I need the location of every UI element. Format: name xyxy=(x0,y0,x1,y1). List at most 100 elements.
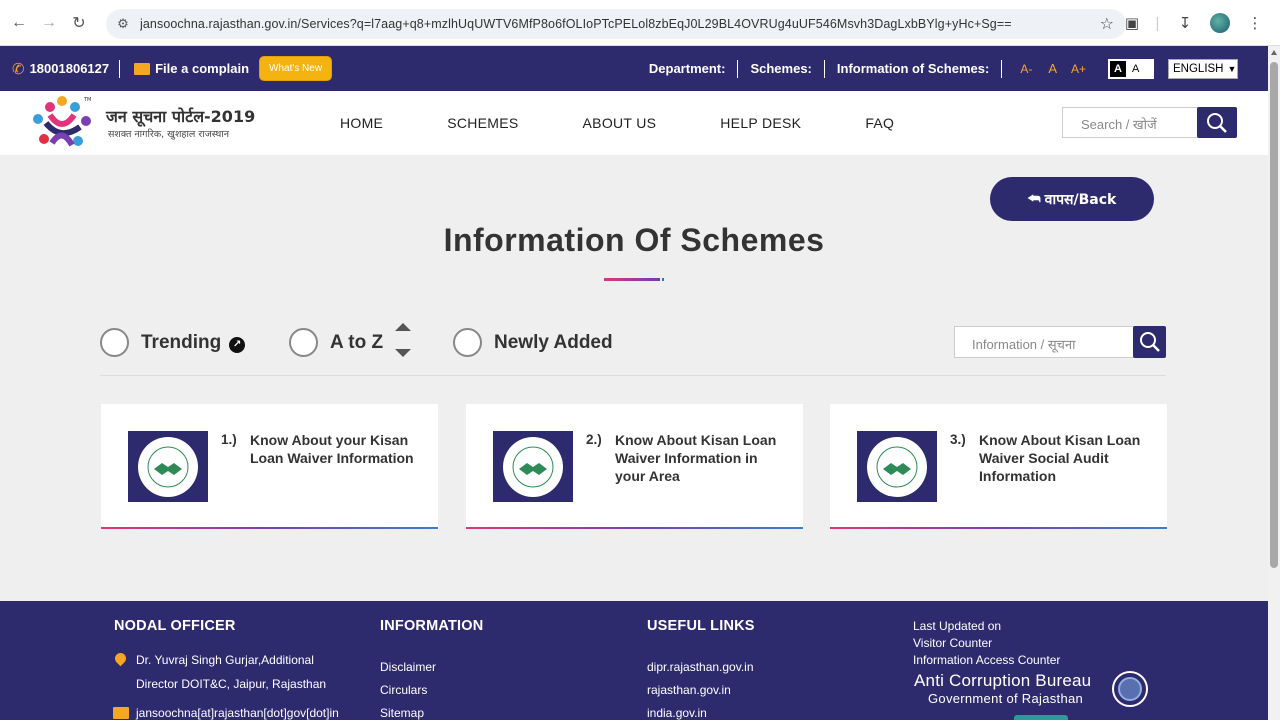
newly-added-label: Newly Added xyxy=(494,331,613,353)
information-search-input[interactable]: Information / सूचना xyxy=(954,326,1134,358)
handshake-icon xyxy=(876,446,918,487)
site-search-input[interactable]: Search / खोजें xyxy=(1062,107,1198,138)
nav-schemes[interactable]: SCHEMES xyxy=(447,115,518,131)
scheme-title[interactable]: Know About Kisan Loan Waiver Social Audi… xyxy=(979,431,1149,485)
page-scrollbar[interactable] xyxy=(1268,46,1280,720)
browser-toolbar: ← → ↻ ⚙ jansoochna.rajasthan.gov.in/Serv… xyxy=(0,0,1280,46)
scheme-title[interactable]: Know About your Kisan Loan Waiver Inform… xyxy=(250,431,420,467)
scrollbar-thumb[interactable] xyxy=(1270,62,1278,568)
acb-subtitle: Government of Rajasthan xyxy=(928,691,1084,706)
main-nav: HOME SCHEMES ABOUT US HELP DESK FAQ xyxy=(340,115,958,131)
scheme-card[interactable]: 3.) Know About Kisan Loan Waiver Social … xyxy=(830,404,1167,529)
extensions-icon[interactable]: ▣ xyxy=(1121,12,1143,34)
scheme-card[interactable]: 2.) Know About Kisan Loan Waiver Informa… xyxy=(466,404,803,529)
nav-home[interactable]: HOME xyxy=(340,115,383,131)
nodal-officer-heading: NODAL OFFICER xyxy=(114,618,236,634)
footer-link-rajasthan[interactable]: rajasthan.gov.in xyxy=(647,683,731,697)
helpline[interactable]: ✆ 18001806127 xyxy=(12,60,109,78)
search-icon xyxy=(1139,332,1160,352)
footer-link-sitemap[interactable]: Sitemap xyxy=(380,706,424,720)
trending-radio[interactable] xyxy=(100,328,129,357)
divider xyxy=(737,59,739,78)
scheme-thumbnail xyxy=(493,431,573,502)
nodal-officer-name: Dr. Yuvraj Singh Gurjar,Additional xyxy=(136,653,314,667)
url-text[interactable]: jansoochna.rajasthan.gov.in/Services?q=l… xyxy=(140,17,1070,31)
profile-avatar[interactable] xyxy=(1210,13,1230,33)
page-title: Information Of Schemes xyxy=(443,222,825,258)
trending-up-icon: ↗ xyxy=(229,336,246,353)
schemes-dropdown[interactable]: Schemes: xyxy=(750,61,811,76)
bookmark-star-icon[interactable]: ☆ xyxy=(1100,14,1114,34)
font-increase-button[interactable]: A+ xyxy=(1071,62,1086,76)
information-search-button[interactable] xyxy=(1133,326,1166,358)
back-arrow-icon[interactable]: ← xyxy=(8,12,30,34)
last-updated-label: Last Updated on xyxy=(913,619,1002,633)
scheme-number: 1.) xyxy=(221,432,237,447)
address-bar[interactable]: ⚙ jansoochna.rajasthan.gov.in/Services?q… xyxy=(106,9,1126,39)
back-button[interactable]: ⮪ वापस/Back xyxy=(990,177,1154,221)
info-schemes-dropdown[interactable]: Information of Schemes: xyxy=(837,61,989,76)
atoz-label: A to Z xyxy=(330,331,384,353)
mail-icon xyxy=(134,62,151,75)
title-underline xyxy=(604,278,664,281)
useful-links-heading: USEFUL LINKS xyxy=(647,618,755,634)
handshake-icon xyxy=(147,446,189,487)
divider xyxy=(823,59,825,78)
footer-link-india[interactable]: india.gov.in xyxy=(647,706,707,720)
department-dropdown[interactable]: Department: xyxy=(649,61,726,76)
helpline-number: 18001806127 xyxy=(29,61,110,76)
filter-newly-added[interactable]: Newly Added xyxy=(453,328,613,357)
language-select[interactable]: ENGLISH ▼ xyxy=(1168,58,1238,79)
access-counter-label: Information Access Counter xyxy=(913,653,1061,667)
acb-title[interactable]: Anti Corruption Bureau xyxy=(914,671,1091,691)
information-heading: INFORMATION xyxy=(380,618,484,634)
sort-arrows-icon[interactable] xyxy=(395,322,412,357)
scheme-thumbnail xyxy=(857,431,937,502)
scheme-title[interactable]: Know About Kisan Loan Waiver Information… xyxy=(615,431,785,485)
light-contrast-button[interactable]: A xyxy=(1132,63,1139,75)
forward-arrow-icon[interactable]: → xyxy=(38,12,60,34)
svg-text:TM: TM xyxy=(83,97,91,103)
newly-added-radio[interactable] xyxy=(453,328,482,357)
site-info-icon[interactable]: ⚙ xyxy=(114,15,132,33)
dark-contrast-button[interactable]: A xyxy=(1110,60,1126,77)
divider xyxy=(119,59,121,78)
divider xyxy=(1001,59,1003,78)
site-search-button[interactable] xyxy=(1197,107,1237,138)
undo-arrow-icon: ⮪ xyxy=(1027,191,1041,207)
nav-help-desk[interactable]: HELP DESK xyxy=(720,115,801,131)
chat-widget-tab[interactable] xyxy=(1014,715,1068,720)
phone-icon: ✆ xyxy=(12,60,25,78)
whats-new-button[interactable]: What's New xyxy=(259,56,333,81)
jan-soochna-logo-icon[interactable]: TM xyxy=(30,93,94,153)
site-footer: NODAL OFFICER Dr. Yuvraj Singh Gurjar,Ad… xyxy=(0,601,1268,720)
font-normal-button[interactable]: A xyxy=(1048,61,1057,76)
toolbar-divider: | xyxy=(1155,14,1160,32)
footer-link-circulars[interactable]: Circulars xyxy=(380,683,427,697)
file-complain-link[interactable]: File a complain xyxy=(134,61,249,76)
font-decrease-button[interactable]: A- xyxy=(1020,62,1032,76)
atoz-radio[interactable] xyxy=(289,328,318,357)
nodal-officer-email[interactable]: jansoochna[at]rajasthan[dot]gov[dot]in xyxy=(136,706,339,720)
filter-trending[interactable]: Trending ↗ xyxy=(100,328,246,357)
download-icon[interactable]: ↧ xyxy=(1174,12,1196,34)
nav-faq[interactable]: FAQ xyxy=(865,115,894,131)
scroll-up-arrow-icon[interactable] xyxy=(1271,50,1277,55)
site-header: TM जन सूचना पोर्टल-2019 सशक्त नागरिक, खु… xyxy=(0,91,1268,155)
nodal-officer-address: Director DOIT&C, Jaipur, Rajasthan xyxy=(136,677,327,691)
footer-link-disclaimer[interactable]: Disclaimer xyxy=(380,660,436,674)
filter-a-to-z[interactable]: A to Z xyxy=(289,322,412,357)
acb-emblem-icon[interactable] xyxy=(1112,671,1148,707)
kebab-menu-icon[interactable]: ⋮ xyxy=(1244,12,1266,34)
nav-about-us[interactable]: ABOUT US xyxy=(583,115,657,131)
footer-link-dipr[interactable]: dipr.rajasthan.gov.in xyxy=(647,660,754,674)
language-value: ENGLISH xyxy=(1173,62,1224,75)
reload-icon[interactable]: ↻ xyxy=(68,12,90,34)
scheme-card[interactable]: 1.) Know About your Kisan Loan Waiver In… xyxy=(101,404,438,529)
handshake-icon xyxy=(512,446,554,487)
file-complain-label: File a complain xyxy=(155,61,250,76)
contrast-toggle[interactable]: A A xyxy=(1108,58,1154,79)
chevron-down-icon: ▼ xyxy=(1227,63,1237,74)
scheme-number: 3.) xyxy=(950,432,966,447)
location-pin-icon xyxy=(112,650,129,667)
